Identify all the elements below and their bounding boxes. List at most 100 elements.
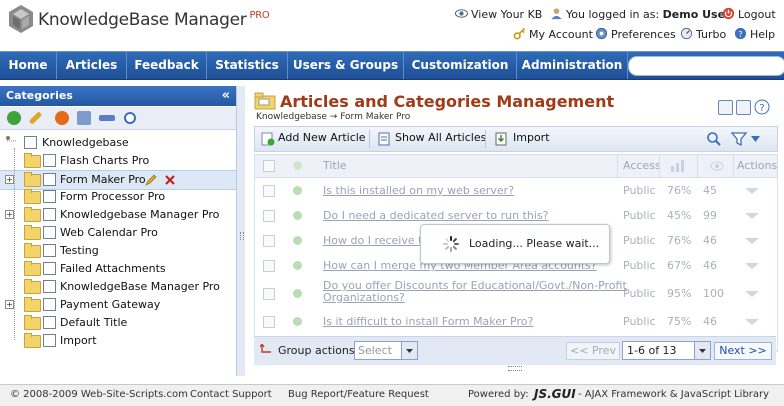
article-title-link[interactable]: Is this installed on my web server? (323, 184, 514, 197)
article-title-link[interactable]: Is it difficult to install Form Maker Pr… (323, 315, 533, 328)
group-actions-label: Group actions: (278, 344, 359, 357)
splitter-grip[interactable] (240, 232, 244, 240)
resize-grip[interactable] (508, 366, 522, 371)
folder-icon (24, 243, 41, 258)
row-actions-icon[interactable] (745, 319, 759, 325)
row-actions-icon[interactable] (745, 213, 759, 219)
expand-icon[interactable]: + (5, 210, 14, 219)
chevron-down-icon[interactable] (401, 342, 417, 359)
tree-item[interactable]: Failed Attachments (0, 260, 236, 278)
show-all-articles-button[interactable]: Show All Articles (395, 131, 486, 144)
search-icon[interactable] (124, 112, 136, 124)
nav-customization[interactable]: Customization (404, 52, 517, 79)
nav-articles[interactable]: Articles (57, 52, 127, 79)
prev-button[interactable]: << Prev (566, 342, 620, 360)
row-checkbox[interactable] (263, 185, 275, 197)
turbo-link[interactable]: Turbo (680, 27, 726, 41)
tree-item[interactable]: Testing (0, 242, 236, 260)
move-icon[interactable] (99, 115, 115, 121)
tree-item[interactable]: Import (0, 332, 236, 350)
contact-support-link[interactable]: Contact Support (190, 389, 272, 400)
help-icon[interactable]: ? (754, 99, 770, 115)
jsgui-logo[interactable]: JS.GUI (534, 387, 576, 401)
table-row[interactable]: Is it difficult to install Form Maker Pr… (255, 310, 777, 334)
nav-home[interactable]: Home (0, 52, 57, 79)
column-access[interactable]: Access (623, 159, 661, 172)
article-title-link[interactable]: Do you offer Discounts for Educational/G… (323, 280, 627, 304)
delete-category-icon[interactable] (55, 111, 69, 125)
my-account-link[interactable]: My Account (513, 27, 593, 41)
tree-checkbox[interactable] (43, 244, 56, 257)
search-icon[interactable] (706, 131, 722, 147)
bug-report-link[interactable]: Bug Report/Feature Request (288, 389, 429, 400)
views-cell: 46 (703, 315, 717, 328)
import-button[interactable]: Import (513, 131, 550, 144)
panel-splitter[interactable] (237, 86, 245, 376)
nav-administration[interactable]: Administration (517, 52, 628, 79)
logout-link[interactable]: Logout (722, 7, 776, 21)
tree-item[interactable]: Web Calendar Pro (0, 224, 236, 242)
edit-category-icon[interactable] (28, 111, 43, 125)
tree-checkbox[interactable] (43, 298, 56, 311)
row-checkbox[interactable] (263, 260, 275, 272)
tree-checkbox[interactable] (43, 226, 56, 239)
row-checkbox[interactable] (263, 316, 275, 328)
collapse-icon[interactable]: « (222, 86, 230, 106)
column-title[interactable]: Title (323, 159, 347, 172)
preferences-link[interactable]: Preferences (595, 27, 676, 41)
row-actions-icon[interactable] (745, 188, 759, 194)
pencil-icon[interactable] (144, 173, 158, 187)
table-row[interactable]: Do you offer Discounts for Educational/G… (255, 279, 777, 309)
group-actions-select[interactable]: Select (354, 341, 418, 360)
row-checkbox[interactable] (263, 288, 275, 300)
row-checkbox[interactable] (263, 210, 275, 222)
tree-item[interactable]: Default Title (0, 314, 236, 332)
help-link[interactable]: ? Help (734, 27, 775, 41)
tree-item[interactable]: + Knowledgebase Manager Pro (0, 206, 236, 224)
delete-icon[interactable] (163, 173, 177, 187)
next-button[interactable]: Next >> (714, 342, 772, 360)
tree-item[interactable]: KnowledgeBase Manager Pro (0, 278, 236, 296)
table-row[interactable]: Is this installed on my web server? Publ… (255, 179, 777, 203)
tree-item-selected[interactable]: + Form Maker Pro (0, 170, 236, 190)
tree-item[interactable]: Knowledgebase (0, 134, 236, 152)
expand-icon[interactable]: + (5, 175, 14, 184)
tree-checkbox[interactable] (43, 154, 56, 167)
tree-checkbox[interactable] (43, 262, 56, 275)
nav-users-groups[interactable]: Users & Groups (288, 52, 404, 79)
tree-checkbox[interactable] (43, 173, 56, 186)
tree-item[interactable]: + Payment Gateway (0, 296, 236, 314)
pager-select[interactable]: 1-6 of 13 (622, 341, 711, 360)
chevron-down-icon[interactable] (751, 136, 760, 142)
chevron-down-icon[interactable] (694, 342, 710, 359)
tree-item[interactable]: Flash Charts Pro (0, 152, 236, 170)
tree-checkbox[interactable] (43, 208, 56, 221)
view-kb-link[interactable]: View Your KB (455, 7, 542, 21)
tree-checkbox[interactable] (43, 334, 56, 347)
view-kb-label: View Your KB (471, 8, 543, 21)
nav-feedback[interactable]: Feedback (127, 52, 207, 79)
expand-icon[interactable]: + (5, 300, 14, 309)
tree-item[interactable]: Form Processor Pro (0, 188, 236, 206)
add-article-icon (261, 132, 275, 146)
tree-checkbox[interactable] (43, 316, 56, 329)
add-category-icon[interactable] (7, 111, 21, 125)
tree-checkbox[interactable] (43, 280, 56, 293)
row-actions-icon[interactable] (745, 238, 759, 244)
nav-statistics[interactable]: Statistics (207, 52, 288, 79)
edit-page-icon[interactable] (718, 100, 733, 115)
properties-icon[interactable] (77, 111, 91, 125)
row-actions-icon[interactable] (745, 291, 759, 297)
add-new-article-button[interactable]: Add New Article (278, 131, 366, 144)
search-input[interactable] (628, 56, 784, 76)
tree-checkbox[interactable] (43, 190, 56, 203)
row-actions-icon[interactable] (745, 263, 759, 269)
article-title-link[interactable]: Do I need a dedicated server to run this… (323, 209, 549, 222)
filter-icon[interactable] (731, 131, 747, 147)
refresh-icon[interactable] (736, 100, 751, 115)
row-checkbox[interactable] (263, 235, 275, 247)
column-actions: Actions (737, 159, 778, 172)
tree-checkbox[interactable] (24, 136, 37, 149)
spinner-icon (443, 236, 459, 252)
select-all-checkbox[interactable] (263, 160, 275, 172)
